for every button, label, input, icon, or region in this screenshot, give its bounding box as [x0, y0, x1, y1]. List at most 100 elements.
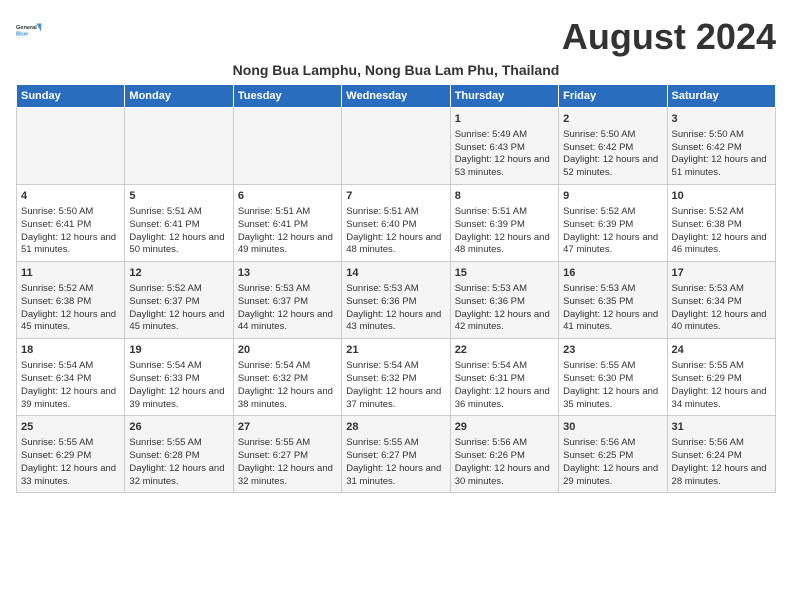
daylight-text: Daylight: 12 hours and 46 minutes. — [672, 232, 771, 258]
sunrise-text: Sunrise: 5:54 AM — [238, 360, 337, 373]
sunset-text: Sunset: 6:41 PM — [129, 219, 228, 232]
calendar-cell: 3 Sunrise: 5:50 AMSunset: 6:42 PMDaylight… — [667, 108, 775, 185]
calendar-cell: 8Sunrise: 5:51 AMSunset: 6:39 PMDaylight… — [450, 185, 558, 262]
sunset-text: Sunset: 6:29 PM — [21, 450, 120, 463]
sunrise-text: Sunrise: 5:52 AM — [563, 206, 662, 219]
day-number: 19 — [129, 343, 228, 358]
sunset-text: Sunset: 6:27 PM — [238, 450, 337, 463]
calendar-cell: 26Sunrise: 5:55 AMSunset: 6:28 PMDayligh… — [125, 416, 233, 493]
day-number: 13 — [238, 266, 337, 281]
calendar-cell: 2Sunrise: 5:50 AMSunset: 6:42 PMDaylight… — [559, 108, 667, 185]
sunset-text: Sunset: 6:33 PM — [129, 373, 228, 386]
sunset-text: Sunset: 6:32 PM — [238, 373, 337, 386]
sunset-text: Sunset: 6:31 PM — [455, 373, 554, 386]
sunset-text: Sunset: 6:30 PM — [563, 373, 662, 386]
daylight-text: Daylight: 12 hours and 48 minutes. — [346, 232, 445, 258]
calendar-week-5: 25Sunrise: 5:55 AMSunset: 6:29 PMDayligh… — [17, 416, 776, 493]
daylight-text: Daylight: 12 hours and 35 minutes. — [563, 386, 662, 412]
day-number: 27 — [238, 420, 337, 435]
day-number: 24 — [672, 343, 771, 358]
daylight-text: Daylight: 12 hours and 42 minutes. — [455, 309, 554, 335]
calendar-cell: 31Sunrise: 5:56 AMSunset: 6:24 PMDayligh… — [667, 416, 775, 493]
calendar-week-2: 4Sunrise: 5:50 AMSunset: 6:41 PMDaylight… — [17, 185, 776, 262]
header-monday: Monday — [125, 85, 233, 108]
sunrise-text: Sunrise: 5:51 AM — [346, 206, 445, 219]
day-number: 3 — [672, 112, 771, 127]
day-number: 23 — [563, 343, 662, 358]
sunrise-text: Sunrise: 5:56 AM — [455, 437, 554, 450]
calendar-cell: 1Sunrise: 5:49 AMSunset: 6:43 PMDaylight… — [450, 108, 558, 185]
sunset-text: Sunset: 6:38 PM — [672, 219, 771, 232]
day-number: 6 — [238, 189, 337, 204]
calendar-cell — [125, 108, 233, 185]
header-tuesday: Tuesday — [233, 85, 341, 108]
day-number: 21 — [346, 343, 445, 358]
calendar-cell — [342, 108, 450, 185]
calendar-cell: 11Sunrise: 5:52 AMSunset: 6:38 PMDayligh… — [17, 262, 125, 339]
daylight-text: Daylight: 12 hours and 41 minutes. — [563, 309, 662, 335]
calendar-cell: 24Sunrise: 5:55 AMSunset: 6:29 PMDayligh… — [667, 339, 775, 416]
day-number: 5 — [129, 189, 228, 204]
day-number: 18 — [21, 343, 120, 358]
calendar-week-4: 18Sunrise: 5:54 AMSunset: 6:34 PMDayligh… — [17, 339, 776, 416]
sunrise-text: Sunrise: 5:55 AM — [129, 437, 228, 450]
sunrise-text: Sunrise: 5:52 AM — [129, 283, 228, 296]
sunset-text: Sunset: 6:26 PM — [455, 450, 554, 463]
sunset-text: Sunset: 6:42 PM — [563, 142, 662, 155]
calendar-cell: 25Sunrise: 5:55 AMSunset: 6:29 PMDayligh… — [17, 416, 125, 493]
sunset-text: Sunset: 6:41 PM — [238, 219, 337, 232]
sunrise-text: Sunrise: 5:55 AM — [238, 437, 337, 450]
daylight-text: Daylight: 12 hours and 45 minutes. — [129, 309, 228, 335]
day-number: 31 — [672, 420, 771, 435]
daylight-text: Daylight: 12 hours and 28 minutes. — [672, 463, 771, 489]
daylight-text: Daylight: 12 hours and 44 minutes. — [238, 309, 337, 335]
daylight-text: Daylight: 12 hours and 43 minutes. — [346, 309, 445, 335]
sunrise-text: Sunrise: 5:49 AM — [455, 129, 554, 142]
sunrise-text: Sunrise: 5:51 AM — [455, 206, 554, 219]
day-number: 15 — [455, 266, 554, 281]
sunrise-text: Sunrise: 5:53 AM — [346, 283, 445, 296]
daylight-text: Daylight: 12 hours and 36 minutes. — [455, 386, 554, 412]
calendar-cell: 4Sunrise: 5:50 AMSunset: 6:41 PMDaylight… — [17, 185, 125, 262]
calendar-cell: 22Sunrise: 5:54 AMSunset: 6:31 PMDayligh… — [450, 339, 558, 416]
daylight-text: Daylight: 12 hours and 47 minutes. — [563, 232, 662, 258]
daylight-text: Daylight: 12 hours and 38 minutes. — [238, 386, 337, 412]
sunset-text: Sunset: 6:37 PM — [129, 296, 228, 309]
day-number: 30 — [563, 420, 662, 435]
day-number: 11 — [21, 266, 120, 281]
daylight-text: Daylight: 12 hours and 34 minutes. — [672, 386, 771, 412]
header-saturday: Saturday — [667, 85, 775, 108]
daylight-text: Daylight: 12 hours and 51 minutes. — [672, 154, 771, 180]
sunrise-text: Sunrise: 5:54 AM — [455, 360, 554, 373]
header-thursday: Thursday — [450, 85, 558, 108]
sunrise-text: Sunrise: 5:54 AM — [21, 360, 120, 373]
calendar-cell: 18Sunrise: 5:54 AMSunset: 6:34 PMDayligh… — [17, 339, 125, 416]
day-number: 9 — [563, 189, 662, 204]
calendar-header-row: SundayMondayTuesdayWednesdayThursdayFrid… — [17, 85, 776, 108]
day-number: 14 — [346, 266, 445, 281]
sunset-text: Sunset: 6:39 PM — [563, 219, 662, 232]
sunrise-text: Sunrise: 5:50 AM — [672, 129, 771, 142]
calendar-cell: 27Sunrise: 5:55 AMSunset: 6:27 PMDayligh… — [233, 416, 341, 493]
daylight-text: Daylight: 12 hours and 32 minutes. — [129, 463, 228, 489]
sunrise-text: Sunrise: 5:55 AM — [672, 360, 771, 373]
sunrise-text: Sunrise: 5:51 AM — [129, 206, 228, 219]
sunset-text: Sunset: 6:25 PM — [563, 450, 662, 463]
header-friday: Friday — [559, 85, 667, 108]
sunrise-text: Sunrise: 5:53 AM — [563, 283, 662, 296]
logo-icon: GeneralBlue — [16, 16, 44, 44]
calendar-week-3: 11Sunrise: 5:52 AMSunset: 6:38 PMDayligh… — [17, 262, 776, 339]
daylight-text: Daylight: 12 hours and 53 minutes. — [455, 154, 554, 180]
sunset-text: Sunset: 6:41 PM — [21, 219, 120, 232]
sunrise-text: Sunrise: 5:55 AM — [563, 360, 662, 373]
calendar-cell: 5 Sunrise: 5:51 AMSunset: 6:41 PMDaylight… — [125, 185, 233, 262]
daylight-text: Daylight: 12 hours and 50 minutes. — [129, 232, 228, 258]
daylight-text: Daylight: 12 hours and 33 minutes. — [21, 463, 120, 489]
title-section: August 2024 — [562, 16, 776, 58]
sunset-text: Sunset: 6:42 PM — [672, 142, 771, 155]
sunset-text: Sunset: 6:35 PM — [563, 296, 662, 309]
daylight-text: Daylight: 12 hours and 45 minutes. — [21, 309, 120, 335]
calendar-cell: 6Sunrise: 5:51 AMSunset: 6:41 PMDaylight… — [233, 185, 341, 262]
calendar-cell — [17, 108, 125, 185]
calendar-table: SundayMondayTuesdayWednesdayThursdayFrid… — [16, 84, 776, 493]
